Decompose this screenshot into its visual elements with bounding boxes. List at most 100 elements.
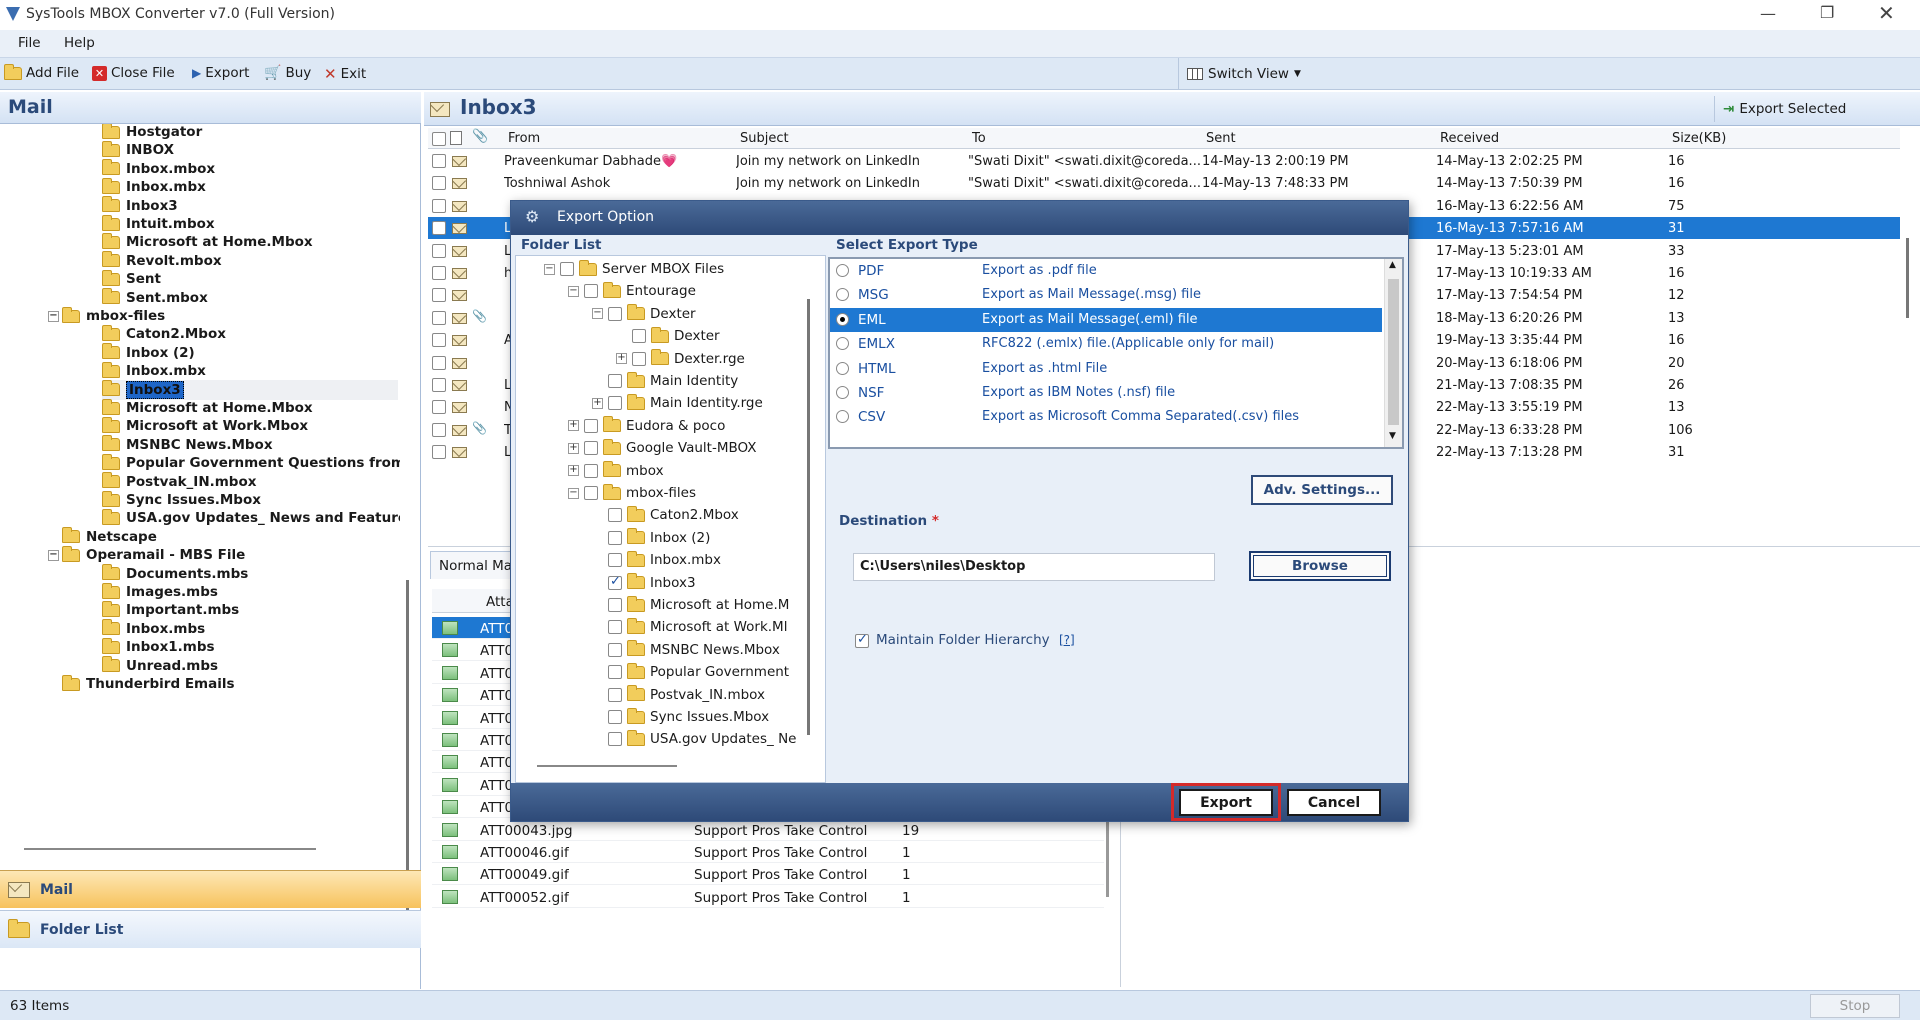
table-row[interactable]: ATT00046.gif Support Pros Take Control 1 — [432, 841, 1104, 863]
tree-checkbox[interactable] — [608, 687, 622, 702]
maximize-icon[interactable]: ❐ — [1820, 3, 1834, 22]
tree-checkbox[interactable] — [584, 284, 598, 299]
tree-checkbox[interactable] — [632, 329, 646, 344]
close-window-icon[interactable]: ✕ — [1878, 1, 1895, 25]
tree-item[interactable]: − mbox-files — [48, 306, 165, 326]
col-subject[interactable]: Subject — [740, 131, 789, 146]
tree-item[interactable]: Images.mbs — [102, 582, 218, 602]
dialog-tree-item[interactable]: Popular Government — [592, 661, 789, 683]
tree-item[interactable]: Microsoft at Work.Mbox — [102, 416, 308, 436]
scroll-up-icon[interactable]: ▲ — [1389, 260, 1396, 270]
row-checkbox[interactable] — [432, 422, 446, 437]
row-checkbox[interactable] — [432, 288, 446, 303]
tree-checkbox[interactable] — [608, 530, 622, 545]
minimize-icon[interactable]: — — [1760, 4, 1776, 23]
tree-checkbox[interactable] — [608, 306, 622, 321]
tree-checkbox[interactable] — [632, 351, 646, 366]
dialog-tree-item[interactable]: − Dexter — [592, 303, 696, 325]
dialog-tree-item[interactable]: Caton2.Mbox — [592, 504, 739, 526]
collapse-icon[interactable]: − — [544, 263, 555, 275]
export-type-radio[interactable] — [836, 337, 849, 351]
close-file-button[interactable]: ✕ Close File — [92, 65, 175, 81]
tree-checkbox[interactable] — [608, 732, 622, 747]
row-checkbox[interactable] — [432, 243, 446, 258]
tree-item[interactable]: Microsoft at Home.Mbox — [102, 398, 313, 418]
dialog-tree-item[interactable]: + Google Vault-MBOX — [568, 437, 757, 459]
adv-settings-button[interactable]: Adv. Settings... — [1251, 475, 1393, 505]
dialog-tree-item[interactable]: Postvak_IN.mbox — [592, 684, 765, 706]
tree-item[interactable]: Revolt.mbox — [102, 251, 222, 271]
tree-item[interactable]: Inbox.mbs — [102, 619, 205, 639]
dialog-tree-item[interactable]: MSNBC News.Mbox — [592, 639, 780, 661]
tree-item[interactable]: Caton2.Mbox — [102, 324, 226, 344]
dialog-tree-item[interactable]: − Entourage — [568, 280, 696, 302]
export-type-radio[interactable] — [836, 312, 849, 326]
col-to[interactable]: To — [972, 131, 986, 146]
col-size[interactable]: Size(KB) — [1672, 131, 1726, 146]
table-row[interactable]: Toshniwal Ashok Join my network on Linked… — [428, 172, 1900, 194]
expand-icon[interactable]: + — [568, 442, 579, 454]
row-checkbox[interactable] — [432, 400, 446, 415]
collapse-icon[interactable]: − — [592, 308, 603, 320]
export-type-radio[interactable] — [836, 410, 849, 424]
exit-button[interactable]: ✕ Exit — [324, 65, 366, 83]
tree-item[interactable]: USA.gov Updates_ News and Features.I — [102, 508, 400, 528]
collapse-icon[interactable]: − — [48, 550, 59, 562]
tree-item[interactable]: Inbox (2) — [102, 343, 195, 363]
dialog-tree-item[interactable]: Microsoft at Home.M — [592, 594, 789, 616]
dialog-tree-vscroll[interactable] — [807, 299, 810, 735]
dialog-tree-item[interactable]: + Dexter.rge — [616, 348, 745, 370]
tree-checkbox[interactable] — [608, 710, 622, 724]
browse-button[interactable]: Browse — [1249, 551, 1391, 581]
export-type-row[interactable]: EML Export as Mail Message(.eml) file — [830, 307, 1382, 332]
type-list-scroll-thumb[interactable] — [1388, 279, 1399, 425]
type-list-scrollbar[interactable]: ▲ ▼ — [1384, 259, 1402, 447]
tree-checkbox[interactable] — [608, 620, 622, 635]
dialog-tree-item[interactable]: − mbox-files — [568, 482, 696, 504]
tree-item[interactable]: Microsoft at Home.Mbox — [102, 232, 313, 252]
dialog-tree-item[interactable]: + Eudora & poco — [568, 415, 725, 437]
dialog-tree-item[interactable]: Inbox3 — [592, 572, 696, 594]
tree-checkbox[interactable] — [584, 486, 598, 500]
expand-icon[interactable]: + — [616, 353, 627, 365]
menu-help[interactable]: Help — [64, 35, 95, 51]
tree-checkbox[interactable] — [608, 665, 622, 680]
tree-checkbox[interactable] — [584, 463, 598, 478]
dialog-tree-item[interactable]: Microsoft at Work.Ml — [592, 616, 787, 638]
row-checkbox[interactable] — [432, 333, 446, 348]
tree-item[interactable]: Popular Government Questions from U — [102, 453, 400, 473]
col-sent[interactable]: Sent — [1206, 131, 1236, 146]
tree-item[interactable]: Inbox1.mbs — [102, 637, 215, 657]
expand-icon[interactable]: + — [568, 465, 579, 477]
cancel-button[interactable]: Cancel — [1287, 789, 1381, 816]
left-tree-hscrollbar[interactable] — [24, 848, 316, 850]
row-checkbox[interactable] — [432, 266, 446, 280]
tree-checkbox[interactable] — [608, 508, 622, 523]
left-tree-scrollbar[interactable] — [406, 580, 409, 910]
email-grid-scrollbar[interactable] — [1906, 238, 1909, 318]
tree-checkbox[interactable] — [608, 553, 622, 568]
tree-item[interactable]: Documents.mbs — [102, 564, 248, 584]
nav-folder-list[interactable]: Folder List — [0, 910, 421, 948]
tree-checkbox[interactable] — [560, 262, 574, 276]
dialog-tree-item[interactable]: Inbox.mbx — [592, 549, 721, 571]
destination-input[interactable]: C:\Users\niles\Desktop — [853, 553, 1215, 581]
dialog-tree-item[interactable]: Inbox (2) — [592, 527, 710, 549]
row-checkbox[interactable] — [432, 355, 446, 370]
export-type-radio[interactable] — [836, 361, 849, 375]
tree-item[interactable]: MSNBC News.Mbox — [102, 435, 273, 455]
tree-item[interactable]: Important.mbs — [102, 600, 239, 620]
tree-checkbox[interactable] — [608, 642, 622, 657]
export-type-row[interactable]: NSF Export as IBM Notes (.nsf) file — [830, 381, 1382, 405]
export-type-row[interactable]: MSG Export as Mail Message(.msg) file — [830, 283, 1382, 307]
row-checkbox[interactable] — [432, 176, 446, 191]
buy-button[interactable]: 🛒 Buy — [264, 65, 311, 81]
tree-checkbox[interactable] — [608, 374, 622, 388]
export-type-row[interactable]: HTML Export as .html File — [830, 357, 1382, 381]
export-selected-button[interactable]: ⇥ Export Selected — [1714, 96, 1884, 122]
maintain-hierarchy-label[interactable]: Maintain Folder Hierarchy — [876, 632, 1050, 648]
row-checkbox[interactable] — [432, 154, 446, 168]
collapse-icon[interactable]: − — [568, 285, 579, 297]
dialog-tree-item[interactable]: + Main Identity.rge — [592, 392, 763, 414]
add-file-button[interactable]: Add File — [4, 63, 79, 81]
